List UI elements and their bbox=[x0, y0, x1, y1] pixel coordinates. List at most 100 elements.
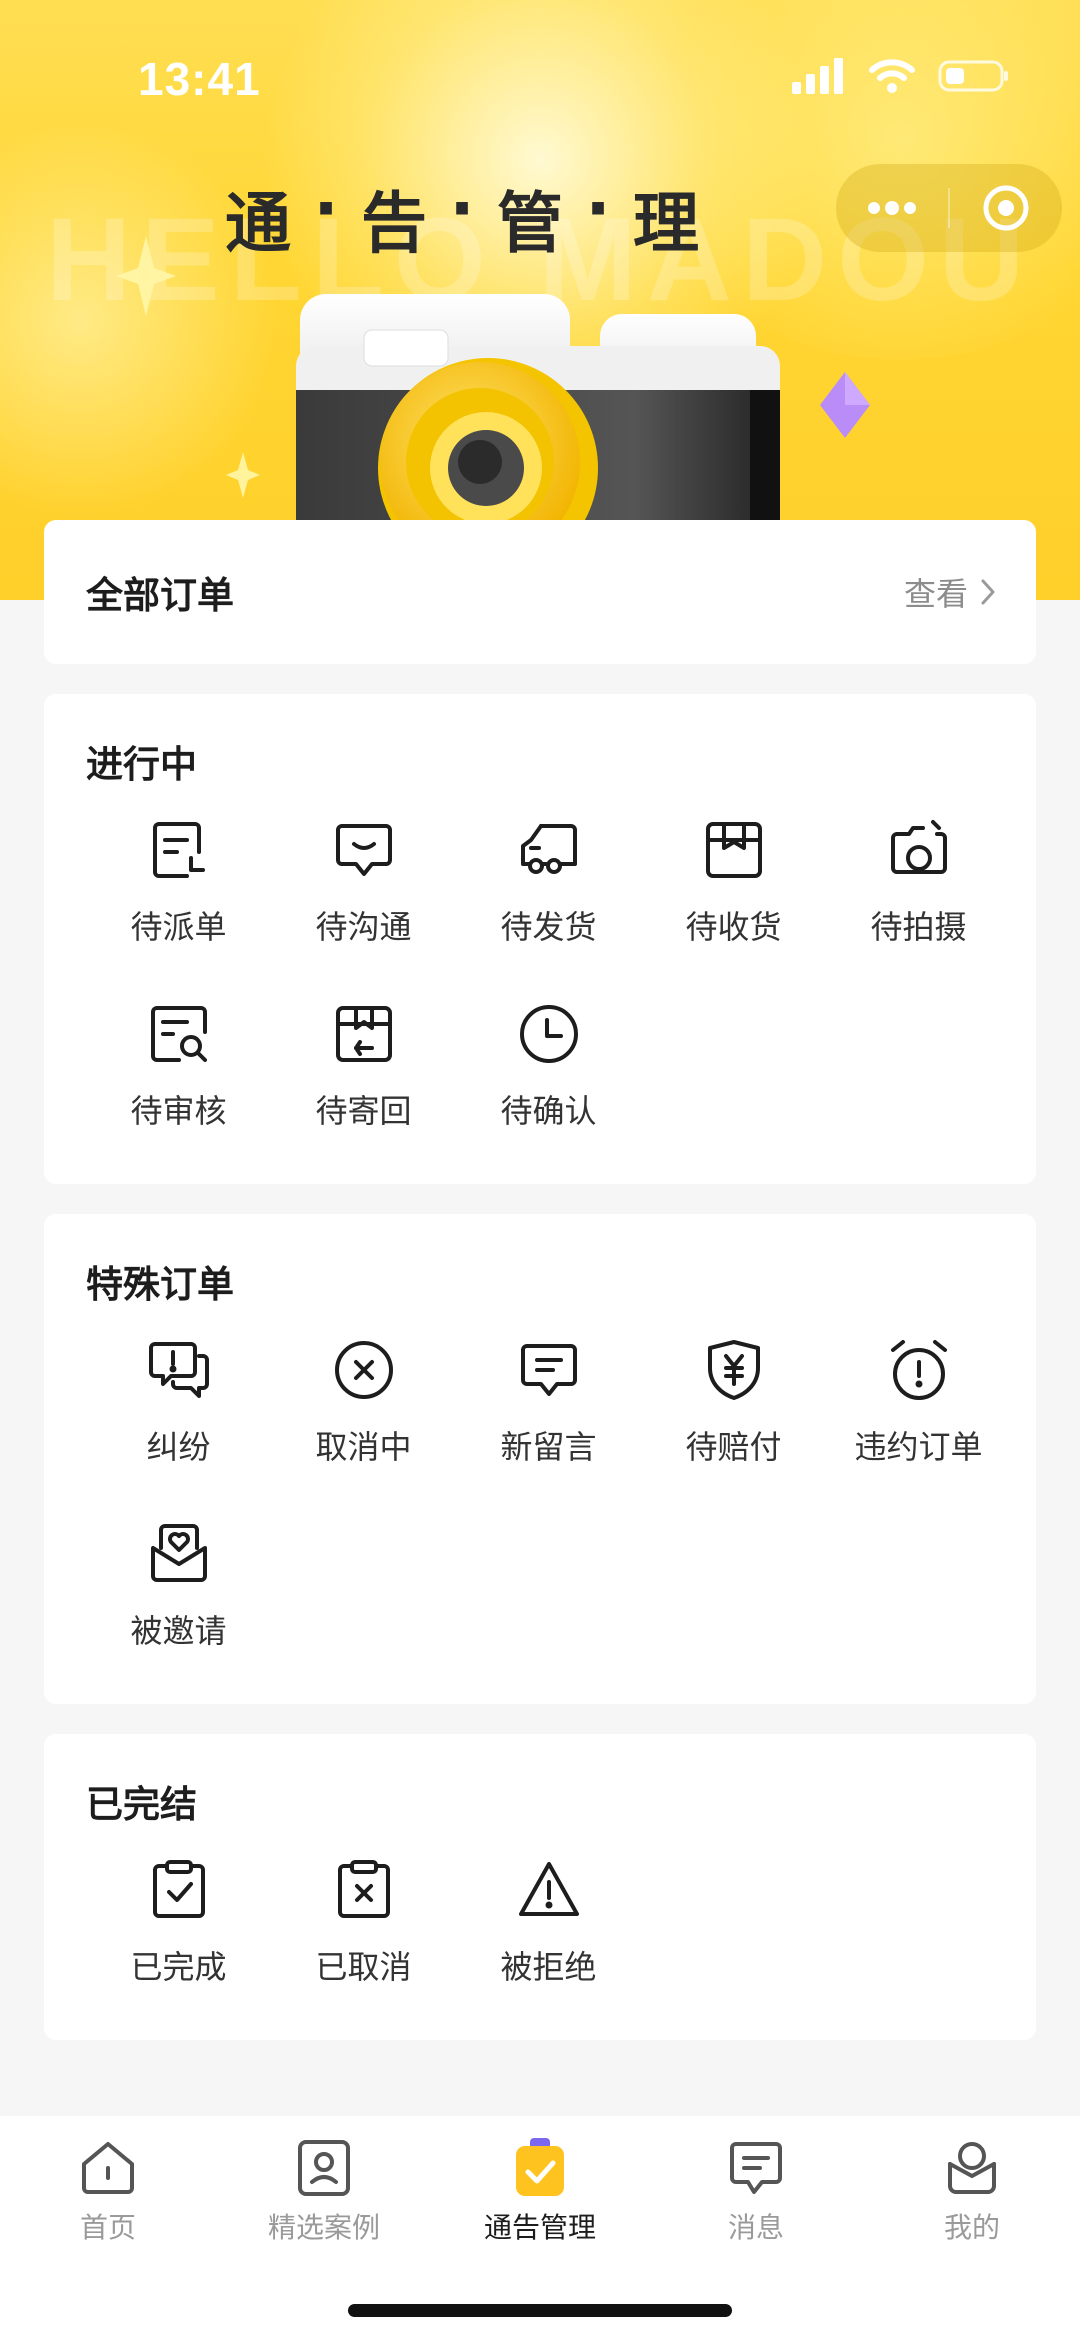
order-status-new-message[interactable]: 新留言 bbox=[456, 1336, 641, 1468]
tab-home[interactable]: 首页 bbox=[0, 2136, 216, 2246]
order-status-label: 待派单 bbox=[130, 908, 227, 946]
tab-profile[interactable]: 我的 bbox=[864, 2136, 1080, 2246]
portfolio-icon bbox=[298, 2140, 350, 2196]
battery-icon bbox=[938, 60, 1008, 92]
chevron-right-icon bbox=[981, 579, 995, 605]
order-status-label: 违约订单 bbox=[854, 1428, 983, 1466]
alarm-clock-icon bbox=[890, 1340, 947, 1400]
special-orders-card: 特殊订单 纠纷 取消中 新留言 待赔付 违约订单 被邀请 bbox=[44, 1214, 1036, 1704]
order-status-label: 待发货 bbox=[500, 908, 597, 946]
invite-envelope-icon bbox=[150, 1524, 207, 1582]
tab-label: 我的 bbox=[943, 2211, 1000, 2244]
chat-bubble-icon bbox=[335, 824, 392, 876]
section-title: 特殊订单 bbox=[86, 1263, 234, 1306]
title-char: 告 bbox=[361, 185, 445, 262]
target-close-icon bbox=[983, 185, 1029, 231]
in-progress-card: 进行中 待派单 待沟通 待发货 待收货 待拍摄 待审核 待寄回 待确认 bbox=[44, 694, 1036, 1184]
order-status-label: 被拒绝 bbox=[500, 1948, 597, 1986]
all-orders-card[interactable]: 全部订单 查看 bbox=[44, 520, 1036, 664]
tab-label: 精选案例 bbox=[267, 2211, 380, 2244]
section-title: 已完结 bbox=[86, 1783, 197, 1826]
profile-bag-icon bbox=[948, 2142, 996, 2194]
order-status-communicate[interactable]: 待沟通 bbox=[271, 816, 456, 948]
order-status-rejected[interactable]: 被拒绝 bbox=[456, 1856, 641, 1988]
order-status-compensation[interactable]: 待赔付 bbox=[641, 1336, 826, 1468]
order-status-breach[interactable]: 违约订单 bbox=[826, 1336, 1011, 1468]
tab-label: 首页 bbox=[79, 2211, 136, 2244]
tab-cases[interactable]: 精选案例 bbox=[216, 2136, 432, 2246]
sparkle-icon bbox=[116, 236, 176, 316]
title-separator: · bbox=[313, 170, 357, 247]
completed-card: 已完结 已完成 已取消 被拒绝 bbox=[44, 1734, 1036, 2040]
tab-list: 首页 精选案例 通告管理 消息 我的 bbox=[0, 2136, 1080, 2246]
status-icons bbox=[792, 58, 1010, 94]
completed-grid: 已完成 已取消 被拒绝 bbox=[86, 1856, 1011, 1988]
order-status-label: 已取消 bbox=[315, 1948, 412, 1986]
order-status-label: 新留言 bbox=[500, 1428, 597, 1466]
status-time: 13:41 bbox=[138, 53, 261, 105]
tab-messages[interactable]: 消息 bbox=[648, 2136, 864, 2246]
order-status-confirm[interactable]: 待确认 bbox=[456, 1000, 641, 1132]
truck-icon bbox=[520, 824, 577, 874]
status-bar: 13:41 bbox=[0, 0, 1080, 140]
order-status-invited[interactable]: 被邀请 bbox=[86, 1520, 271, 1652]
order-status-dispatch[interactable]: 待派单 bbox=[86, 816, 271, 948]
more-dots-icon bbox=[868, 201, 916, 215]
order-status-label: 被邀请 bbox=[130, 1612, 227, 1650]
special-orders-grid: 纠纷 取消中 新留言 待赔付 违约订单 被邀请 bbox=[86, 1336, 1011, 1652]
view-all-label: 查看 bbox=[903, 575, 968, 613]
order-status-completed[interactable]: 已完成 bbox=[86, 1856, 271, 1988]
title-separator: · bbox=[449, 170, 493, 247]
order-status-label: 待审核 bbox=[130, 1092, 227, 1130]
cancel-circle-icon bbox=[334, 1341, 393, 1399]
miniprogram-capsule bbox=[836, 164, 1062, 252]
yuan-shield-icon bbox=[707, 1340, 760, 1400]
wifi-icon bbox=[869, 59, 915, 93]
all-orders-title: 全部订单 bbox=[86, 574, 234, 617]
title-char: 通 bbox=[225, 185, 309, 262]
message-icon bbox=[520, 1344, 577, 1396]
order-status-label: 已完成 bbox=[130, 1948, 227, 1986]
warning-triangle-icon bbox=[518, 1862, 579, 1916]
camera-icon bbox=[890, 820, 947, 874]
dispute-chat-icon bbox=[148, 1342, 209, 1398]
order-status-receive[interactable]: 待收货 bbox=[641, 816, 826, 948]
order-status-return[interactable]: 待寄回 bbox=[271, 1000, 456, 1132]
tab-label: 消息 bbox=[727, 2211, 784, 2244]
order-status-label: 待拍摄 bbox=[870, 908, 967, 946]
title-char: 理 bbox=[633, 185, 717, 262]
more-options-button[interactable] bbox=[836, 164, 948, 252]
clipboard-check-icon bbox=[152, 1860, 205, 1918]
tab-announcements[interactable]: 通告管理 bbox=[432, 2136, 648, 2246]
header-banner: HELLO MADOU 13:41 通 · 告 · 管 · 理 bbox=[0, 0, 1080, 600]
tab-label: 通告管理 bbox=[483, 2211, 596, 2244]
order-status-label: 纠纷 bbox=[146, 1428, 211, 1466]
order-status-label: 待寄回 bbox=[315, 1092, 412, 1130]
order-status-shoot[interactable]: 待拍摄 bbox=[826, 816, 1011, 948]
dispatch-doc-icon bbox=[152, 822, 205, 878]
order-status-dispute[interactable]: 纠纷 bbox=[86, 1336, 271, 1468]
order-status-cancelling[interactable]: 取消中 bbox=[271, 1336, 456, 1468]
home-icon bbox=[82, 2142, 134, 2194]
clock-icon bbox=[519, 1005, 578, 1063]
title-separator: · bbox=[585, 170, 629, 247]
camera-illustration bbox=[296, 294, 780, 520]
title-char: 管 bbox=[497, 185, 581, 262]
clipboard-x-icon bbox=[337, 1860, 390, 1918]
sparkle-icon bbox=[820, 372, 870, 438]
doc-search-icon bbox=[150, 1006, 207, 1062]
close-miniprogram-button[interactable] bbox=[950, 164, 1062, 252]
order-status-label: 待沟通 bbox=[315, 908, 412, 946]
section-title: 进行中 bbox=[86, 743, 197, 786]
order-status-label: 待赔付 bbox=[685, 1428, 782, 1466]
order-status-cancelled[interactable]: 已取消 bbox=[271, 1856, 456, 1988]
order-status-label: 待确认 bbox=[500, 1092, 597, 1130]
package-box-icon bbox=[705, 822, 762, 878]
home-indicator bbox=[348, 2304, 732, 2317]
view-all-link[interactable]: 查看 bbox=[904, 569, 996, 615]
message-tab-icon bbox=[730, 2142, 782, 2194]
order-status-ship[interactable]: 待发货 bbox=[456, 816, 641, 948]
order-status-review[interactable]: 待审核 bbox=[86, 1000, 271, 1132]
order-status-label: 取消中 bbox=[315, 1428, 412, 1466]
order-status-label: 待收货 bbox=[685, 908, 782, 946]
